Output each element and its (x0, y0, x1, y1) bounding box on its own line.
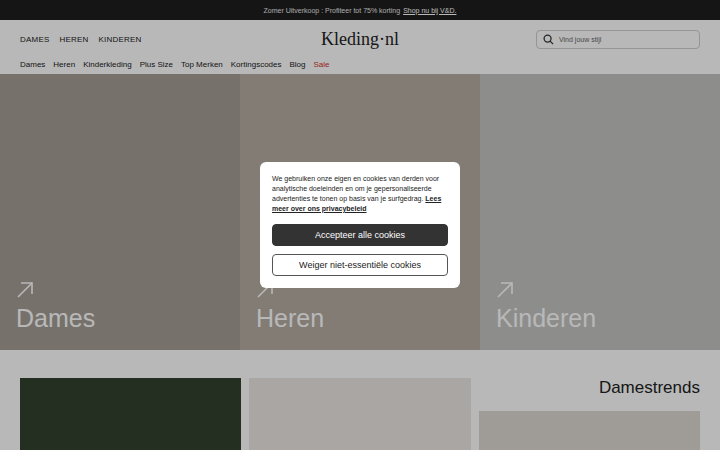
secondary-button[interactable]: Weiger niet-essentiële cookies (272, 254, 448, 276)
page: Zomer Uitverkoop : Profiteer tot 75% kor… (0, 0, 720, 450)
cookie-text: We gebruiken onze eigen en cookies van d… (272, 174, 448, 213)
cookie-dialog: We gebruiken onze eigen en cookies van d… (260, 162, 460, 287)
modal-overlay: We gebruiken onze eigen en cookies van d… (0, 0, 720, 450)
primary-button[interactable]: Accepteer alle cookies (272, 224, 448, 246)
privacy-link[interactable]: Lees meer over ons privacybeleid (272, 195, 441, 212)
